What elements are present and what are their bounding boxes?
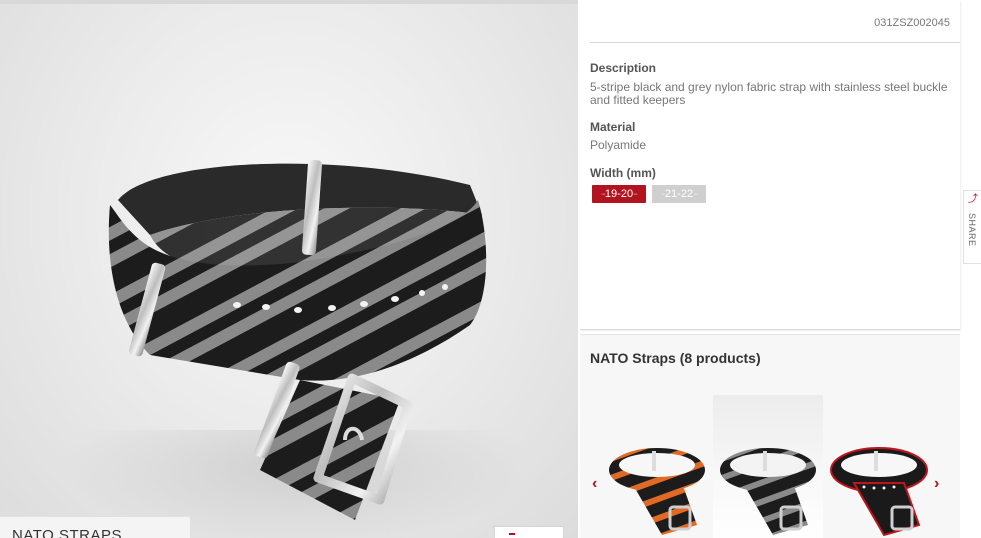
product-image-stage: NATO STRAPS xyxy=(0,0,578,538)
collection-caption: NATO STRAPS xyxy=(12,527,122,538)
width-option-label: 21-22 xyxy=(664,188,694,200)
related-title: NATO Straps (8 products) xyxy=(590,350,761,366)
chevron-left-icon[interactable]: ‹ xyxy=(592,475,597,493)
width-option-21-22[interactable]: ···21-22··· xyxy=(652,185,706,203)
material-label: Material xyxy=(590,120,636,134)
description-label: Description xyxy=(590,61,657,75)
material-value: Polyamide xyxy=(590,138,647,152)
orange-strap-thumbnail xyxy=(609,448,705,535)
product-info-panel: 031ZSZ002045 Description 5-stripe black … xyxy=(580,0,960,330)
width-option-label: 19-20 xyxy=(604,188,634,200)
panel-divider xyxy=(590,42,960,43)
red-strap-thumbnail xyxy=(830,447,928,537)
share-tab[interactable]: ⤴ SHARE xyxy=(963,190,981,264)
related-item-orange-strap[interactable] xyxy=(602,395,712,538)
grey-strap-thumbnail xyxy=(720,448,816,535)
width-option-19-20[interactable]: ···19-20··· xyxy=(592,185,646,203)
zoom-icon xyxy=(509,533,515,535)
description-text: 5-stripe black and grey nylon fabric str… xyxy=(590,80,948,107)
caption-bar: NATO STRAPS xyxy=(0,516,190,538)
related-products: NATO Straps (8 products) ‹ › xyxy=(580,334,960,538)
share-icon: ⤴ xyxy=(968,194,978,205)
product-sku: 031ZSZ002045 xyxy=(874,17,950,29)
width-label: Width (mm) xyxy=(590,166,656,180)
share-label: SHARE xyxy=(967,213,977,247)
chevron-right-icon[interactable]: › xyxy=(934,475,939,493)
related-item-grey-strap[interactable] xyxy=(713,395,823,538)
related-item-red-strap[interactable] xyxy=(824,395,934,538)
nato-strap-image xyxy=(108,159,487,520)
zoom-button[interactable] xyxy=(494,526,564,538)
